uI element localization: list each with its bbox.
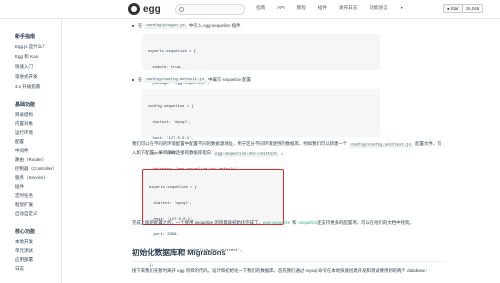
egg-logo-icon	[128, 3, 140, 15]
sidebar-section-basics: 基础功能	[15, 102, 36, 108]
step-suffix: 中引入 egg-sequelize 插件	[188, 23, 241, 28]
language-label: 功能语言	[369, 5, 388, 10]
sidebar-item-app-start[interactable]: 启动自定义	[15, 211, 38, 217]
code-line: dialect: 'mysql',	[149, 202, 193, 207]
search-icon	[179, 7, 184, 12]
code-block-unittest: exports.sequelize = { dialect: 'mysql', …	[142, 169, 284, 268]
sidebar-item-plugin[interactable]: 插件	[15, 184, 24, 190]
inline-code-plugin-file: config/plugin.js	[144, 23, 187, 29]
section-heading-migrations: 初始化数据库和 Migrations	[132, 248, 226, 257]
code-line: config.sequelize = {	[148, 105, 194, 110]
step-plugin-line: 在 config/plugin.js 中引入 egg-sequelize 插件	[132, 23, 241, 29]
code-line: exports.sequelize = {	[149, 186, 197, 191]
para-text: 还支持更多的配置项，可以在他们的文档中找到。	[317, 220, 414, 225]
nav-item-api[interactable]: API	[277, 5, 284, 11]
code-line: exports.sequelize = {	[148, 50, 196, 55]
sidebar-item-schedule[interactable]: 定时任务	[15, 193, 33, 199]
code-line: enable: true,	[148, 66, 183, 71]
link-sequelize[interactable]: sequelize	[299, 220, 318, 225]
bullet-icon	[132, 25, 134, 27]
sidebar-section-getting-started: 新手指南	[15, 34, 36, 40]
nav-item-language[interactable]: 功能语言 ▾	[369, 5, 414, 11]
step-suffix: 中编写 sequelize 配置	[208, 77, 251, 82]
nav-item-release[interactable]: 发布日志	[339, 5, 357, 11]
top-navbar: egg 指南 API 教程 插件 发布日志 功能语言 ▾ ● Star 19,048	[0, 0, 500, 19]
para-text: 我们可以在不同的环境配置中配置不同的数据源地址，用于区分不同环境使用的数据库，例…	[132, 141, 348, 146]
sidebar-item-directory[interactable]: 目录结构	[15, 112, 33, 118]
sidebar-item-middleware[interactable]: 中间件	[15, 148, 29, 154]
github-star-button[interactable]: ● Star	[444, 5, 463, 12]
code-block-config-default: config.sequelize = { dialect: 'mysql', h…	[142, 89, 380, 187]
code-block-plugin: exports.sequelize = { enable: true, pack…	[142, 34, 380, 101]
sidebar-item-development[interactable]: 本地开发	[15, 239, 33, 245]
sidebar-item-extend[interactable]: 框架扩展	[15, 202, 33, 208]
code-line: port: 3306,	[149, 233, 179, 238]
sidebar-item-egg-and-koa[interactable]: Egg 和 Koa	[15, 54, 38, 60]
sidebar-item-what-is-egg[interactable]: Egg.js 是什么？	[15, 44, 47, 50]
sidebar-item-unittest[interactable]: 单元测试	[15, 248, 33, 254]
sidebar-item-controller[interactable]: 控制器（Controller）	[15, 166, 57, 172]
para-text: 。	[281, 150, 286, 155]
inline-code-unittest-file: config/config.unittest.js	[349, 142, 414, 148]
step-config-line: 在 config/config.default.js 中编写 sequelize…	[132, 77, 251, 83]
sidebar-item-objects[interactable]: 内置对象	[15, 121, 33, 127]
inline-code-config-file: config/config.default.js	[144, 77, 207, 83]
link-egg-sequelize[interactable]: egg-sequelize	[263, 220, 290, 225]
paragraph-unittest-config: 我们可以在不同的环境配置中配置不同的数据源地址，用于区分不同环境使用的数据库，例…	[132, 140, 442, 158]
sidebar-item-quickstart[interactable]: 快速入门	[15, 64, 33, 70]
code-line: dialect: 'mysql',	[148, 121, 192, 126]
nav-item-guide[interactable]: 指南	[256, 5, 265, 11]
logo[interactable]: egg	[128, 3, 161, 15]
sidebar-item-logger[interactable]: 日志	[15, 266, 24, 272]
chevron-down-icon: ▾	[400, 5, 403, 10]
step-prefix: 在	[138, 23, 143, 28]
top-nav: 指南 API 教程 插件 发布日志 功能语言 ▾	[256, 5, 427, 11]
search-input[interactable]	[175, 4, 245, 15]
sidebar-item-config[interactable]: 配置	[15, 139, 24, 145]
sidebar-item-upgrade-guide[interactable]: 3.x 升级指南	[15, 84, 40, 90]
sidebar: 新手指南 Egg.js 是什么？ Egg 和 Koa 快速入门 渐进式开发 3.…	[0, 19, 62, 283]
paragraph-setup-complete: 完成上面的配置之后，一个使用 sequelize 的项目就初始化完成了。egg-…	[132, 219, 444, 227]
para-text: 完成上面的配置之后，一个使用 sequelize 的项目就初始化完成了。	[132, 220, 263, 225]
nav-item-plugins[interactable]: 插件	[318, 5, 327, 11]
github-star-label: Star	[450, 6, 459, 11]
github-icon: ●	[447, 6, 450, 11]
main-content: 在 config/plugin.js 中引入 egg-sequelize 插件 …	[62, 19, 500, 283]
para-text: 和	[292, 220, 297, 225]
sidebar-item-service[interactable]: 服务（Service）	[15, 175, 48, 181]
step-prefix: 在	[138, 77, 143, 82]
sidebar-item-env[interactable]: 运行环境	[15, 130, 33, 136]
sidebar-section-core: 核心功能	[15, 229, 36, 235]
inline-code-unittest-db: egg-sequelize-doc-unittest	[213, 151, 280, 157]
logo-text: egg	[143, 3, 161, 15]
github-star-badge[interactable]: ● Star 19,048	[443, 4, 484, 13]
nav-item-tutorial[interactable]: 教程	[297, 5, 306, 11]
heading-divider	[132, 261, 444, 262]
github-star-count: 19,048	[462, 5, 483, 12]
sidebar-item-progressive[interactable]: 渐进式开发	[15, 74, 38, 80]
sidebar-item-router[interactable]: 路由（Router）	[15, 157, 47, 163]
bullet-icon	[132, 79, 134, 81]
sidebar-item-deployment[interactable]: 应用部署	[15, 257, 33, 263]
paragraph-database-init: 接下来我们先暂时离开 egg 项目的代码，设计和初始化一下我们的数据库。首先我们…	[132, 268, 430, 273]
